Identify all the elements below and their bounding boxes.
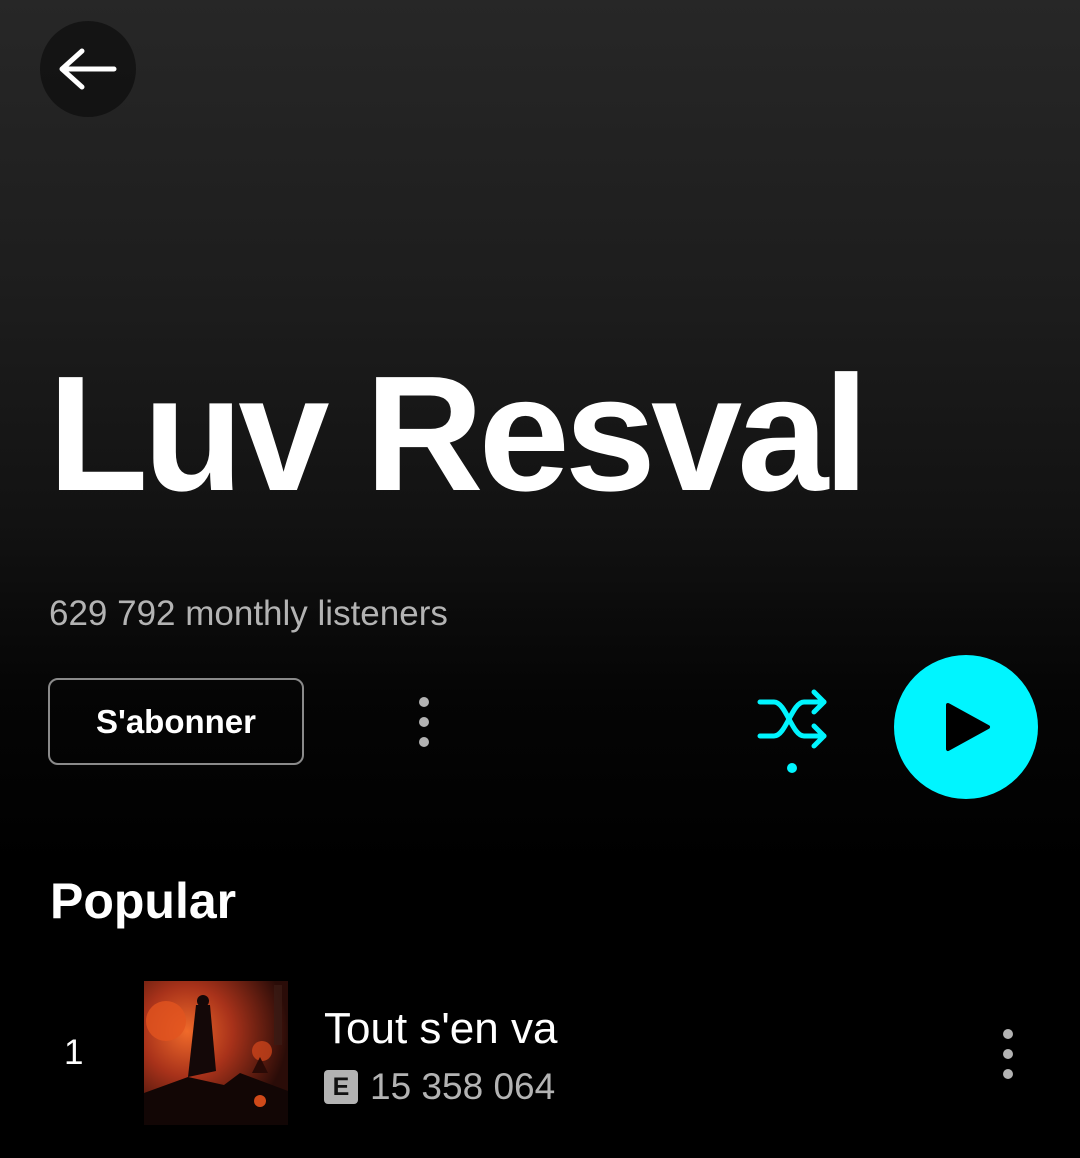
play-button[interactable] [894, 655, 1038, 799]
explicit-badge: E [324, 1070, 358, 1104]
monthly-listeners: 629 792 monthly listeners [49, 594, 448, 633]
track-index: 1 [64, 1033, 84, 1072]
track-title: Tout s'en va [324, 1004, 558, 1053]
artist-name: Luv Resval [48, 342, 869, 525]
album-cover [144, 981, 288, 1125]
play-icon [946, 703, 990, 751]
back-button[interactable] [40, 21, 136, 117]
more-vertical-icon [1003, 1029, 1013, 1039]
shuffle-button[interactable] [752, 686, 832, 778]
follow-button[interactable]: S'abonner [48, 678, 304, 765]
more-vertical-icon [419, 697, 429, 707]
section-title-popular: Popular [50, 873, 237, 929]
more-options-button[interactable] [404, 684, 444, 760]
track-row[interactable]: 1 Tout s'en va E 15 358 064 [0, 980, 1080, 1126]
shuffle-icon [757, 689, 827, 773]
track-more-button[interactable] [988, 1016, 1028, 1092]
track-play-count: 15 358 064 [370, 1066, 556, 1107]
arrow-left-icon [59, 48, 117, 90]
